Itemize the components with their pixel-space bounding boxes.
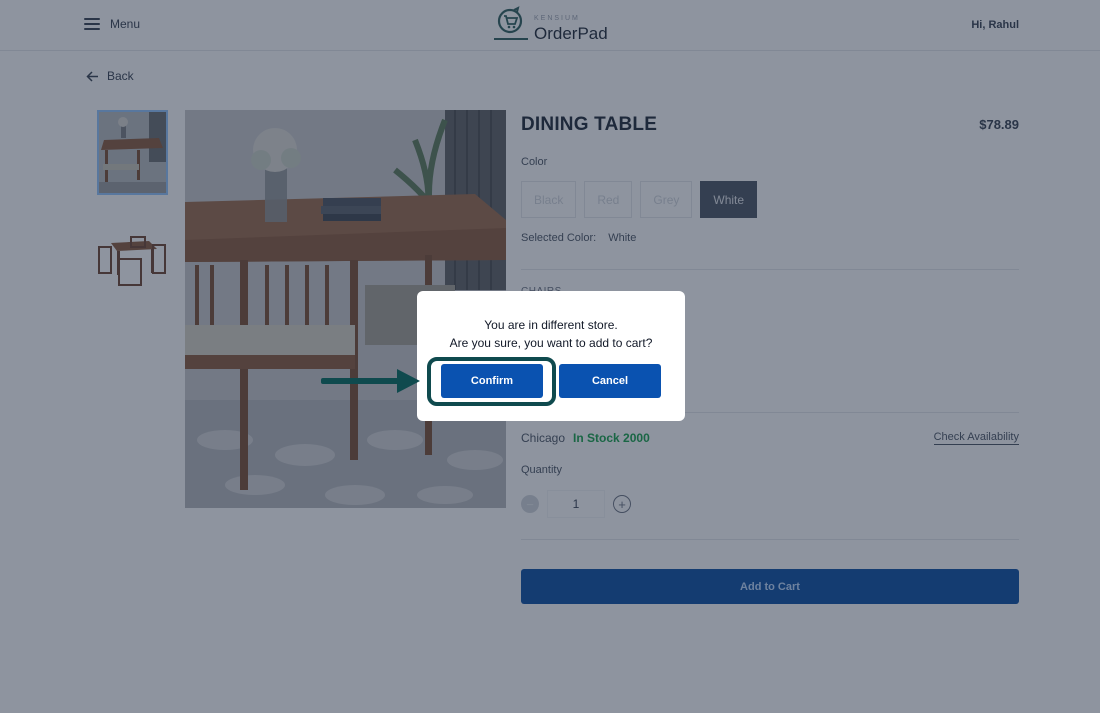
store-confirm-dialog: You are in different store. Are you sure…	[417, 291, 685, 421]
confirm-button[interactable]: Confirm	[441, 364, 543, 398]
cancel-button[interactable]: Cancel	[559, 364, 661, 398]
dialog-message-line2: Are you sure, you want to add to cart?	[449, 336, 653, 350]
dialog-message: You are in different store. Are you sure…	[417, 316, 685, 352]
dialog-message-line1: You are in different store.	[484, 318, 618, 332]
